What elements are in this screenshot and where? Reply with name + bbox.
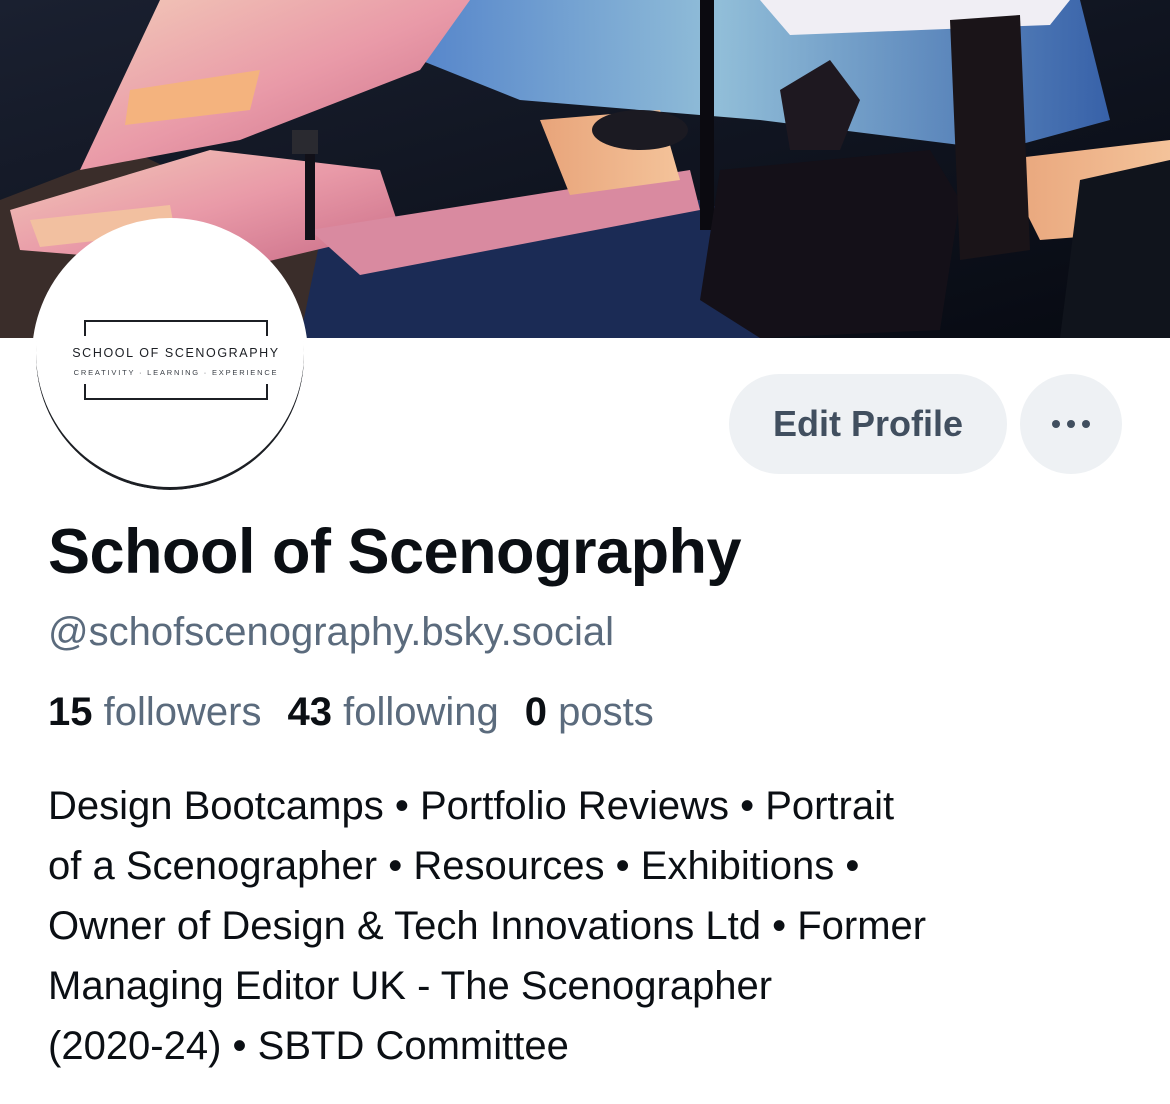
bio-line: Owner of Design & Tech Innovations Ltd •… [48,904,927,948]
profile-bio: Design Bootcamps • Portfolio Reviews • P… [48,776,1138,1076]
profile-avatar[interactable]: SCHOOL OF SCENOGRAPHY CREATIVITY · LEARN… [32,218,308,494]
logo-frame-bottom [84,384,268,400]
bio-line: Managing Editor UK - The Scenographer [48,964,773,1008]
posts-stat: 0 posts [525,690,654,734]
bio-line: (2020-24) • SBTD Committee [48,1024,569,1068]
posts-count: 0 [524,690,547,734]
following-link[interactable]: 43 following [287,690,498,734]
edit-profile-button[interactable]: Edit Profile [729,374,1007,474]
bio-line: of a Scenographer • Resources • Exhibiti… [48,844,860,888]
posts-label: posts [558,690,654,734]
followers-label: followers [103,690,262,734]
more-options-button[interactable] [1020,374,1122,474]
display-name: School of Scenography [48,517,742,587]
profile-stats: 15 followers 43 following 0 posts [48,684,654,740]
followers-count: 15 [48,690,93,734]
school-logo: SCHOOL OF SCENOGRAPHY CREATIVITY · LEARN… [72,320,278,400]
logo-title: SCHOOL OF SCENOGRAPHY [72,346,280,360]
profile-handle: @schofscenography.bsky.social [48,610,615,654]
ellipsis-icon [1052,420,1090,428]
following-label: following [343,690,499,734]
logo-subtitle: CREATIVITY · LEARNING · EXPERIENCE [73,368,279,377]
followers-link[interactable]: 15 followers [48,690,261,734]
bio-line: Design Bootcamps • Portfolio Reviews • P… [48,784,895,828]
following-count: 43 [287,690,332,734]
logo-frame-top [84,320,268,336]
edit-profile-label: Edit Profile [772,403,964,444]
